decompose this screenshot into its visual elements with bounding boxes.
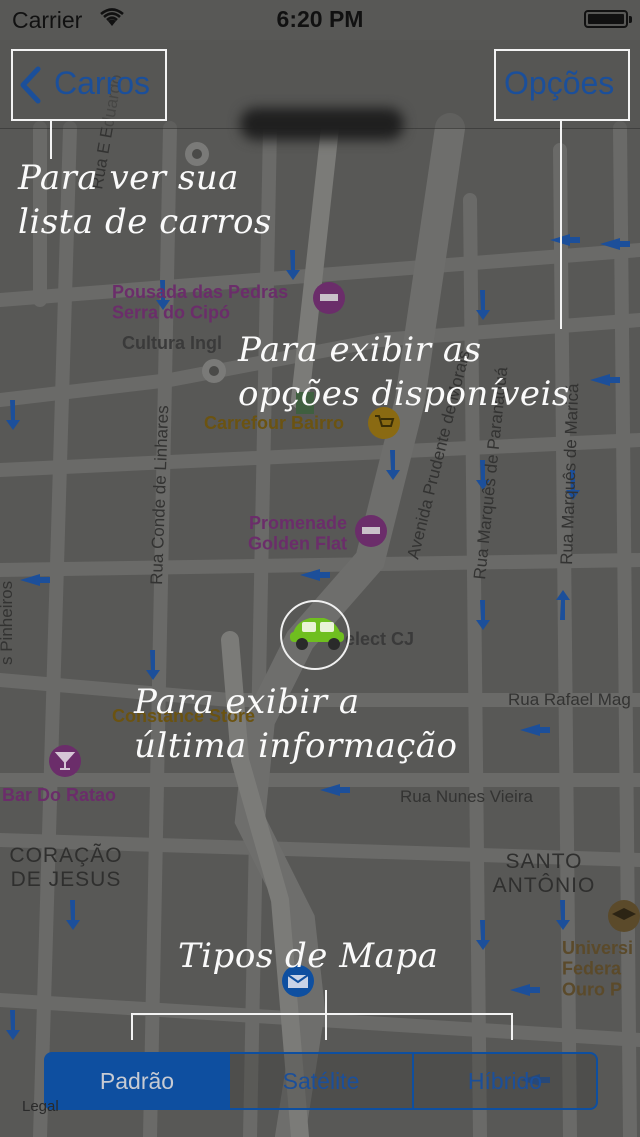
chevron-left-icon [20, 66, 41, 104]
cocktail-icon[interactable] [49, 745, 81, 777]
map-type-standard[interactable]: Padrão [46, 1054, 228, 1108]
street-label: Rua Rafael Mag [508, 690, 631, 709]
map-type-segmented-control[interactable]: Padrão Satélite Híbrido [44, 1052, 598, 1110]
options-annotation: Para exibir as opções disponíveis [238, 330, 570, 414]
hotel-icon[interactable] [355, 515, 387, 547]
options-callout-line [560, 121, 562, 329]
back-button-label: Carros [54, 65, 151, 101]
map-type-hybrid[interactable]: Híbrido [412, 1054, 596, 1108]
street-label: Rua Nunes Vieira [400, 787, 533, 806]
status-bar: Carrier 6:20 PM [0, 0, 640, 40]
blurred-title [240, 108, 404, 140]
options-button[interactable]: Opções [494, 50, 628, 118]
education-icon[interactable] [608, 900, 640, 932]
map-types-callout-right [511, 1013, 513, 1040]
poi-label: Bar Do Ratao [2, 785, 116, 805]
landmark-icon[interactable] [202, 359, 226, 383]
back-callout-line [50, 121, 52, 159]
legal-link[interactable]: Legal [22, 1098, 59, 1115]
poi-label: Promenade Golden Flat [248, 513, 347, 554]
street-label: s Pinheiros [0, 581, 16, 665]
car-annotation: Para exibir a última informação [134, 682, 458, 766]
battery-icon [584, 10, 632, 28]
poi-label: elect CJ [345, 629, 414, 649]
navigation-bar: Carros Opções [0, 40, 640, 140]
clock: 6:20 PM [276, 6, 364, 32]
back-button[interactable]: Carros [12, 50, 164, 118]
app-screen: Rua Conde de Linhares Avenida Prudente d… [0, 0, 640, 1137]
poi-label: Carrefour Bairro [204, 413, 344, 433]
map-types-callout-left [131, 1013, 133, 1040]
map-types-annotation: Tipos de Mapa [178, 936, 439, 976]
back-annotation: Para ver sua lista de carros [18, 158, 272, 242]
car-location-marker[interactable] [280, 600, 350, 670]
poi-label: Cultura Ingl [122, 333, 222, 353]
hotel-icon[interactable] [313, 282, 345, 314]
map-type-satellite[interactable]: Satélite [228, 1054, 412, 1108]
map-types-callout-stem [325, 990, 327, 1040]
map-types-callout-bar [131, 1013, 513, 1015]
options-button-label: Opções [504, 65, 615, 101]
district-label: SANTO ANTÔNIO [493, 850, 596, 897]
